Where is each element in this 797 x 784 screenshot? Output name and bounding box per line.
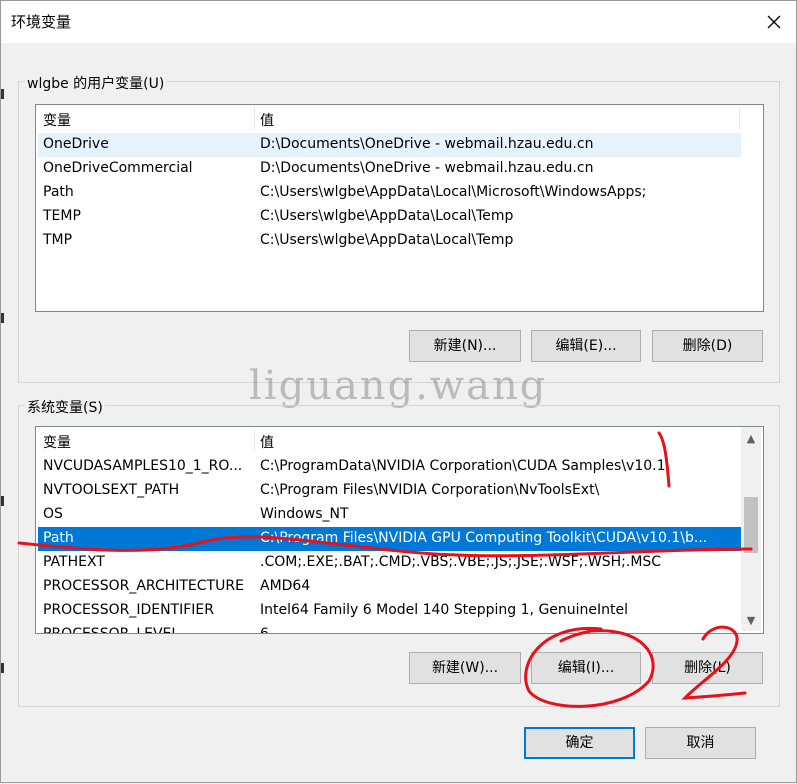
variable-name: PATHEXT bbox=[43, 554, 105, 570]
table-row-selected[interactable]: Path C:\Program Files\NVIDIA GPU Computi… bbox=[38, 527, 741, 551]
variable-name: OS bbox=[43, 506, 63, 522]
ok-button[interactable]: 确定 bbox=[524, 727, 635, 759]
variable-name: TMP bbox=[43, 232, 73, 248]
background-window-edge bbox=[1, 313, 4, 323]
variable-value: Intel64 Family 6 Model 140 Stepping 1, G… bbox=[260, 602, 629, 618]
table-row[interactable]: NVTOOLSEXT_PATH C:\Program Files\NVIDIA … bbox=[38, 479, 741, 503]
scroll-up-icon[interactable]: ▲ bbox=[741, 429, 761, 449]
variable-name: NVCUDASAMPLES10_1_RO... bbox=[43, 458, 243, 474]
variable-value: D:\Documents\OneDrive - webmail.hzau.edu… bbox=[260, 136, 594, 152]
system-new-button[interactable]: 新建(W)... bbox=[409, 652, 521, 684]
title-bar: 环境变量 bbox=[1, 1, 796, 43]
variable-name: Path bbox=[43, 530, 74, 546]
vertical-scrollbar[interactable]: ▲ ▼ bbox=[741, 427, 761, 631]
scrollbar-thumb[interactable] bbox=[744, 497, 758, 553]
user-variables-label: wlgbe 的用户变量(U) bbox=[25, 73, 167, 93]
variable-value: C:\Users\wlgbe\AppData\Local\Temp bbox=[260, 232, 514, 248]
background-window-edge bbox=[1, 496, 4, 506]
user-variables-list[interactable]: 变量 值 OneDrive D:\Documents\OneDrive - we… bbox=[35, 104, 764, 312]
background-window-edge bbox=[1, 663, 4, 673]
dialog-title: 环境变量 bbox=[11, 13, 72, 31]
variable-name: OneDrive bbox=[43, 136, 109, 152]
variable-value: D:\Documents\OneDrive - webmail.hzau.edu… bbox=[260, 160, 594, 176]
variable-value: AMD64 bbox=[260, 578, 311, 594]
variable-value: C:\Program Files\NVIDIA GPU Computing To… bbox=[260, 530, 708, 546]
column-header-variable[interactable]: 变量 bbox=[43, 432, 71, 452]
table-row[interactable]: Path C:\Users\wlgbe\AppData\Local\Micros… bbox=[38, 181, 741, 205]
environment-variables-dialog: 环境变量 wlgbe 的用户变量(U) 变量 值 OneDrive D:\Doc… bbox=[0, 0, 797, 783]
table-row[interactable]: TEMP C:\Users\wlgbe\AppData\Local\Temp bbox=[38, 205, 741, 229]
table-row[interactable]: OS Windows_NT bbox=[38, 503, 741, 527]
user-delete-button[interactable]: 删除(D) bbox=[652, 330, 763, 362]
variable-value: .COM;.EXE;.BAT;.CMD;.VBS;.VBE;.JS;.JSE;.… bbox=[260, 554, 662, 570]
variable-name: OneDriveCommercial bbox=[43, 160, 193, 176]
system-edit-button[interactable]: 编辑(I)... bbox=[531, 652, 641, 684]
close-icon[interactable] bbox=[761, 9, 787, 35]
watermark-text: liguang.wang bbox=[249, 363, 548, 409]
variable-value: Windows_NT bbox=[260, 506, 349, 522]
table-row[interactable]: PROCESSOR_IDENTIFIER Intel64 Family 6 Mo… bbox=[38, 599, 741, 623]
user-new-button[interactable]: 新建(N)... bbox=[409, 330, 521, 362]
system-variables-label: 系统变量(S) bbox=[25, 397, 105, 417]
system-variables-list[interactable]: 变量 值 NVCUDASAMPLES10_1_RO... C:\ProgramD… bbox=[35, 426, 764, 634]
table-row[interactable]: NVCUDASAMPLES10_1_RO... C:\ProgramData\N… bbox=[38, 455, 741, 479]
table-row[interactable]: PROCESSOR_ARCHITECTURE AMD64 bbox=[38, 575, 741, 599]
column-header-value[interactable]: 值 bbox=[260, 110, 274, 130]
table-row[interactable]: OneDrive D:\Documents\OneDrive - webmail… bbox=[38, 133, 741, 157]
variable-name: PROCESSOR_IDENTIFIER bbox=[43, 602, 214, 618]
scroll-down-icon[interactable]: ▼ bbox=[741, 611, 761, 631]
variable-name: TEMP bbox=[43, 208, 81, 224]
table-row[interactable]: PATHEXT .COM;.EXE;.BAT;.CMD;.VBS;.VBE;.J… bbox=[38, 551, 741, 575]
user-edit-button[interactable]: 编辑(E)... bbox=[531, 330, 641, 362]
column-header-variable[interactable]: 变量 bbox=[43, 110, 71, 130]
variable-value: C:\Users\wlgbe\AppData\Local\Microsoft\W… bbox=[260, 184, 647, 200]
variable-name: PROCESSOR_LEVEL bbox=[43, 626, 180, 634]
list-header: 变量 值 bbox=[36, 427, 763, 453]
variable-value: 6 bbox=[260, 626, 269, 634]
background-window-edge bbox=[1, 89, 4, 99]
variable-name: PROCESSOR_ARCHITECTURE bbox=[43, 578, 244, 594]
variable-value: C:\ProgramData\NVIDIA Corporation\CUDA S… bbox=[260, 458, 666, 474]
variable-name: NVTOOLSEXT_PATH bbox=[43, 482, 180, 498]
variable-name: Path bbox=[43, 184, 74, 200]
table-row[interactable]: TMP C:\Users\wlgbe\AppData\Local\Temp bbox=[38, 229, 741, 253]
variable-value: C:\Users\wlgbe\AppData\Local\Temp bbox=[260, 208, 514, 224]
table-row[interactable]: OneDriveCommercial D:\Documents\OneDrive… bbox=[38, 157, 741, 181]
column-header-value[interactable]: 值 bbox=[260, 432, 274, 452]
system-delete-button[interactable]: 删除(L) bbox=[652, 652, 763, 684]
variable-value: C:\Program Files\NVIDIA Corporation\NvTo… bbox=[260, 482, 600, 498]
cancel-button[interactable]: 取消 bbox=[645, 727, 756, 759]
list-header: 变量 值 bbox=[36, 105, 763, 131]
table-row[interactable]: PROCESSOR_LEVEL 6 bbox=[38, 623, 741, 634]
